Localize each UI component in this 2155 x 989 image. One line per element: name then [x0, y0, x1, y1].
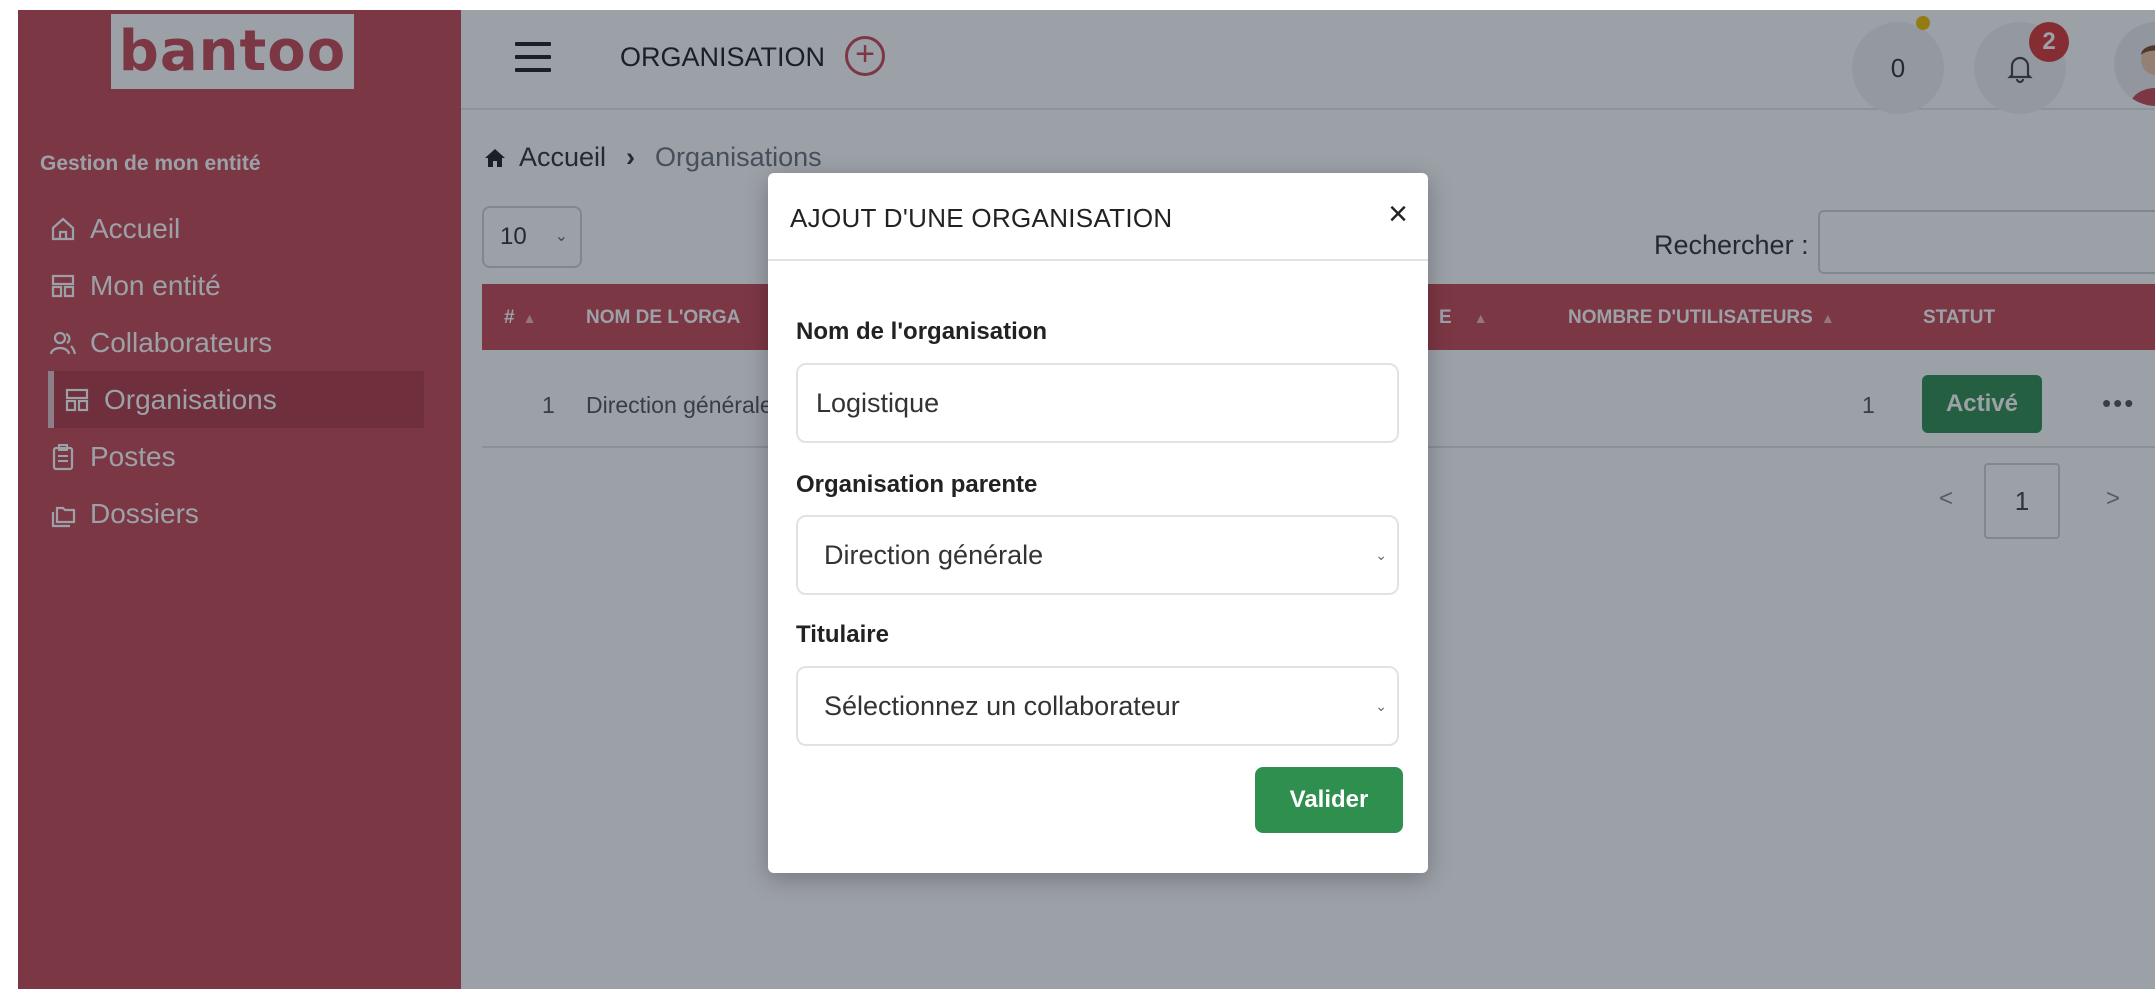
holder-value: Sélectionnez un collaborateur	[824, 690, 1180, 721]
modal-header: AJOUT D'UNE ORGANISATION ×	[768, 173, 1428, 261]
organisation-name-label: Nom de l'organisation	[796, 318, 1048, 345]
parent-organisation-label: Organisation parente	[796, 471, 1038, 498]
chevron-down-icon: ⌄	[1375, 698, 1387, 714]
parent-organisation-select[interactable]: Direction générale ⌄	[796, 515, 1399, 595]
submit-button[interactable]: Valider	[1255, 767, 1403, 833]
add-organisation-modal: AJOUT D'UNE ORGANISATION × Nom de l'orga…	[768, 173, 1428, 873]
holder-select[interactable]: Sélectionnez un collaborateur ⌄	[796, 666, 1399, 746]
modal-title: AJOUT D'UNE ORGANISATION	[790, 203, 1173, 233]
parent-organisation-value: Direction générale	[824, 539, 1044, 570]
organisation-name-value: Logistique	[816, 387, 940, 418]
chevron-down-icon: ⌄	[1375, 547, 1387, 563]
app-window: bantoo Gestion de mon entité Accueil Mon…	[18, 10, 2155, 989]
close-icon[interactable]: ×	[1388, 197, 1408, 231]
organisation-name-input[interactable]: Logistique	[796, 363, 1399, 443]
holder-label: Titulaire	[796, 621, 889, 648]
